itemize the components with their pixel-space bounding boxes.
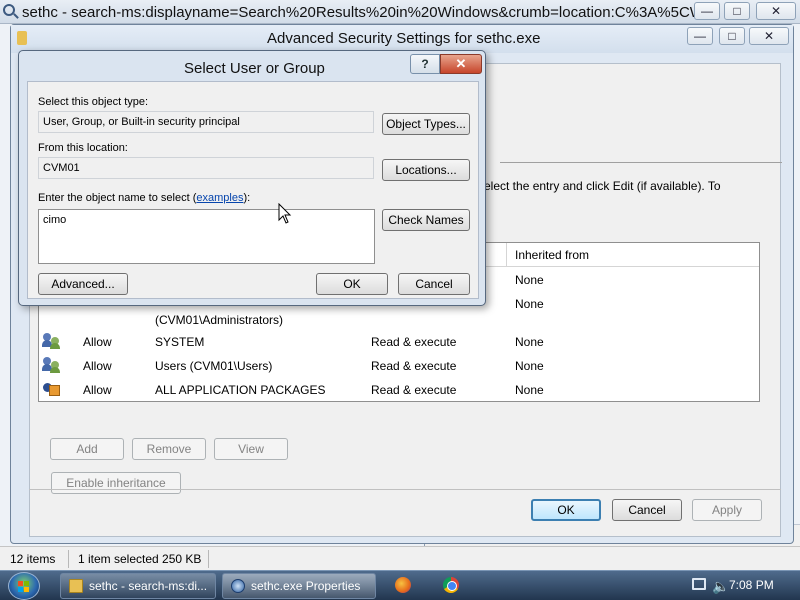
object-types-button[interactable]: Object Types...	[382, 113, 470, 135]
cell-access: Read & execute	[371, 359, 457, 373]
cell-principal: SYSTEM	[155, 335, 205, 349]
object-name-label: Enter the object name to select (example…	[38, 192, 250, 204]
view-button[interactable]: View	[214, 438, 288, 460]
volume-icon[interactable]: 🔈	[712, 578, 729, 595]
status-divider	[68, 550, 69, 568]
dialog-body: Select this object type: User, Group, or…	[27, 81, 479, 299]
package-icon	[43, 381, 61, 397]
taskbar-item-properties[interactable]: sethc.exe Properties	[222, 573, 376, 599]
taskbar-item-explorer[interactable]: sethc - search-ms:di...	[60, 573, 216, 599]
close-button[interactable]: ✕	[749, 27, 789, 45]
taskbar: sethc - search-ms:di... sethc.exe Proper…	[0, 570, 800, 600]
apply-button[interactable]: Apply	[692, 499, 762, 521]
mouse-cursor-icon	[278, 203, 292, 224]
permission-instruction: elect the entry and click Edit (if avail…	[484, 179, 721, 193]
cell-inherited-from: None	[515, 359, 544, 373]
cell-inherited-from: None	[515, 335, 544, 349]
cell-principal: (CVM01\Administrators)	[155, 313, 284, 327]
enable-inheritance-button[interactable]: Enable inheritance	[51, 472, 181, 494]
status-item-count: 12 items	[10, 552, 56, 566]
advanced-security-title: Advanced Security Settings for sethc.exe	[267, 30, 541, 47]
location-field: CVM01	[38, 157, 374, 179]
table-row[interactable]: Allow SYSTEM Read & execute None	[39, 331, 759, 353]
table-row[interactable]: Allow ALL APPLICATION PACKAGES Read & ex…	[39, 379, 759, 401]
cell-type: Allow	[83, 359, 112, 373]
explorer-titlebar: sethc - search-ms:displayname=Search%20R…	[0, 0, 800, 24]
cancel-button[interactable]: Cancel	[612, 499, 682, 521]
users-icon	[42, 357, 61, 373]
windows-logo-icon	[18, 581, 30, 593]
advanced-security-titlebar: Advanced Security Settings for sethc.exe…	[11, 25, 793, 53]
properties-icon	[231, 579, 245, 593]
object-name-label-suffix: ):	[243, 192, 251, 204]
close-button[interactable]: ✕	[440, 54, 482, 74]
ok-button[interactable]: OK	[316, 273, 388, 295]
chrome-icon[interactable]	[443, 577, 459, 593]
search-icon	[3, 4, 15, 16]
maximize-button[interactable]: □	[719, 27, 745, 45]
locations-button[interactable]: Locations...	[382, 159, 470, 181]
help-button[interactable]: ?	[410, 54, 440, 74]
select-user-or-group-dialog: Select User or Group ? ✕ Select this obj…	[18, 50, 486, 306]
minimize-button[interactable]: —	[687, 27, 713, 45]
taskbar-item-label: sethc - search-ms:di...	[89, 579, 208, 593]
minimize-button[interactable]: —	[694, 2, 720, 20]
firefox-icon[interactable]	[395, 577, 411, 593]
cell-principal: ALL APPLICATION PACKAGES	[155, 383, 326, 397]
divider	[29, 489, 781, 490]
close-button[interactable]: ✕	[756, 2, 796, 20]
cell-inherited-from: None	[515, 383, 544, 397]
cell-access: Read & execute	[371, 383, 457, 397]
file-icon	[17, 31, 27, 45]
table-row[interactable]: Allow Users (CVM01\Users) Read & execute…	[39, 355, 759, 377]
object-type-field: User, Group, or Built-in security princi…	[38, 111, 374, 133]
add-button[interactable]: Add	[50, 438, 124, 460]
system-clock[interactable]: 7:08 PM	[729, 578, 774, 592]
cell-type: Allow	[83, 335, 112, 349]
column-divider	[506, 243, 507, 267]
dialog-title: Select User or Group	[184, 60, 325, 77]
cell-principal: Users (CVM01\Users)	[155, 359, 273, 373]
object-type-label: Select this object type:	[38, 96, 149, 108]
ok-button[interactable]: OK	[531, 499, 601, 521]
cell-access: Read & execute	[371, 335, 457, 349]
object-name-input[interactable]: cimo	[38, 209, 375, 264]
location-label: From this location:	[38, 142, 128, 154]
network-icon[interactable]	[692, 578, 706, 590]
explorer-window-title: sethc - search-ms:displayname=Search%20R…	[22, 4, 720, 21]
advanced-button[interactable]: Advanced...	[38, 273, 128, 295]
divider	[500, 162, 782, 163]
status-divider	[208, 550, 209, 568]
remove-button[interactable]: Remove	[132, 438, 206, 460]
cancel-button[interactable]: Cancel	[398, 273, 470, 295]
status-bar: 12 items 1 item selected 250 KB	[0, 546, 800, 570]
cell-type: Allow	[83, 383, 112, 397]
start-button[interactable]	[8, 572, 40, 600]
examples-link[interactable]: examples	[196, 192, 243, 204]
object-name-label-prefix: Enter the object name to select (	[38, 192, 197, 204]
column-header-inherited-from[interactable]: Inherited from	[515, 248, 589, 262]
cell-inherited-from: None	[515, 273, 544, 287]
taskbar-item-label: sethc.exe Properties	[251, 579, 361, 593]
check-names-button[interactable]: Check Names	[382, 209, 470, 231]
table-row[interactable]: (CVM01\Administrators)	[39, 309, 759, 331]
users-icon	[42, 333, 61, 349]
folder-icon	[69, 579, 83, 593]
maximize-button[interactable]: □	[724, 2, 750, 20]
status-selection: 1 item selected 250 KB	[78, 552, 202, 566]
